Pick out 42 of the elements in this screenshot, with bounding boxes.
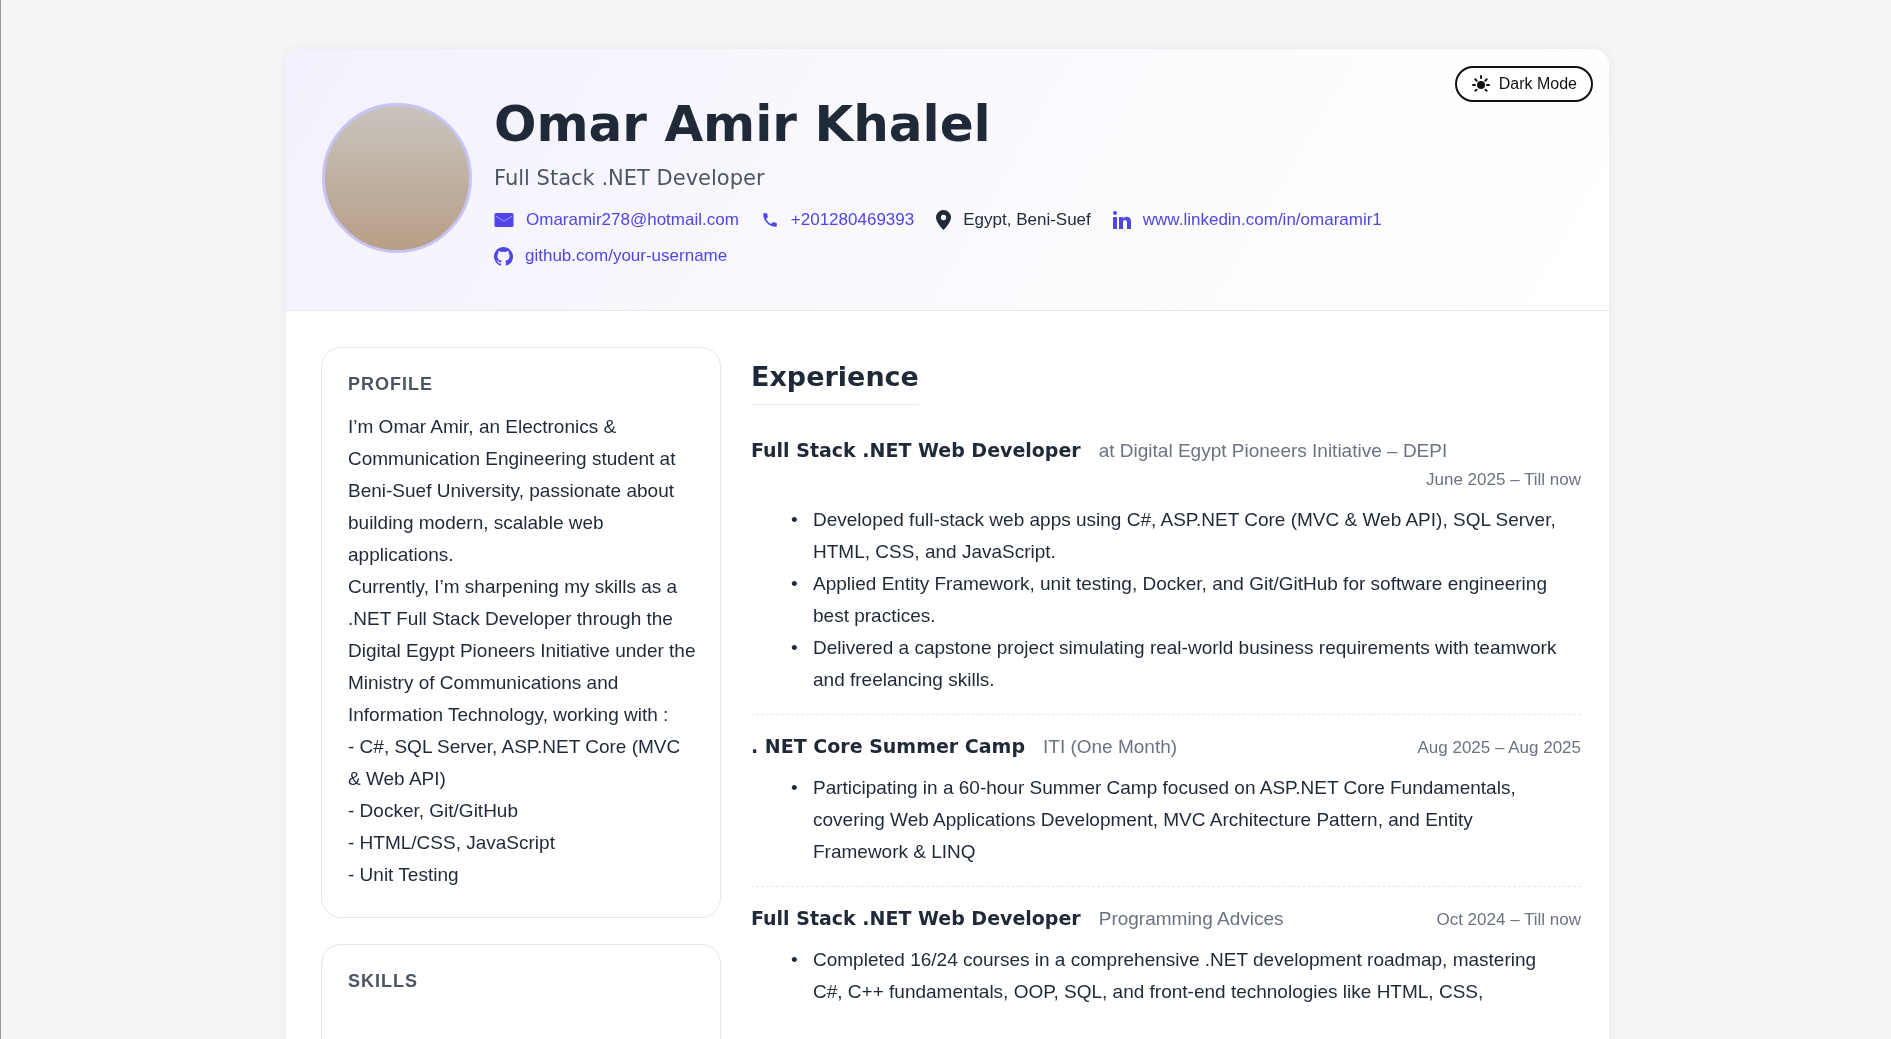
profile-text: - Unit Testing: [348, 863, 460, 887]
bullet-mark: •: [791, 636, 799, 660]
job-organization: ITI (One Month): [1043, 736, 1178, 758]
bullet-mark: •: [791, 572, 799, 596]
section-title: Experience: [751, 361, 919, 405]
job-dates: Aug 2025 – Aug 2025: [1417, 738, 1581, 758]
job-bullet: Completed 16/24 courses in a comprehensive .NET development roadmap, mastering C#, C++ fundamentals, OOP, SQL, and front-end technologies like HTML, CSS,: [813, 948, 1538, 1004]
profile-text: - HTML/CSS, JavaScript: [348, 831, 556, 855]
section-heading: SKILLS: [348, 971, 419, 992]
job-role: Full Stack .NET Web Developer: [751, 907, 1081, 929]
contact-text: Egypt, Beni-Suef: [963, 210, 1091, 230]
job-bullet: Participating in a 60-hour Summer Camp focused on ASP.NET Core Fundamentals, covering Web Applications Development, MVC Architecture Pattern, and Entity Framework & LINQ: [813, 776, 1517, 864]
job-bullet: Developed full-stack web apps using C#, ASP.NET Core (MVC & Web API), SQL Server, HTML, CSS, and JavaScript.: [813, 508, 1557, 564]
job-title: Full Stack .NET Developer: [494, 166, 766, 190]
linkedin-icon: [1112, 211, 1131, 229]
job-role: Full Stack .NET Web Developer: [751, 439, 1081, 461]
dark-mode-button[interactable]: Dark Mode: [1454, 66, 1593, 102]
job-organization: Programming Advices: [1098, 908, 1284, 930]
contact-link[interactable]: +201280469393: [790, 210, 915, 230]
bullet-mark: •: [791, 948, 799, 972]
profile-text: I’m Omar Amir, an Electronics & Communication Engineering student at Beni-Suef University, passionate about building modern, scalable web applications.: [348, 415, 677, 567]
contact-link[interactable]: github.com/your-username: [525, 246, 728, 266]
job-role: . NET Core Summer Camp: [751, 735, 1025, 757]
profile-text: - Docker, Git/GitHub: [348, 799, 519, 823]
sun-icon: [1470, 74, 1491, 94]
github-icon: [494, 246, 513, 266]
profile-text: Currently, I’m sharpening my skills as a .NET Full Stack Developer through the Digital Egypt Pioneers Initiative under the Ministry of Communications and Information Technology, working with :: [348, 575, 696, 727]
job-bullet: Applied Entity Framework, unit testing, Docker, and Git/GitHub for software engineering best practices.: [813, 572, 1548, 628]
job-organization: at Digital Egypt Pioneers Initiative – DEPI: [1098, 440, 1448, 462]
mail-icon: [494, 212, 514, 228]
phone-icon: [760, 211, 779, 229]
profile-text: - C#, SQL Server, ASP.NET Core (MVC & Web API): [348, 735, 682, 791]
person-name: Omar Amir Khalel: [494, 97, 992, 152]
bullet-mark: •: [791, 508, 799, 532]
section-heading: PROFILE: [348, 374, 434, 395]
job-bullet: Delivered a capstone project simulating real-world business requirements with teamwork and freelancing skills.: [813, 636, 1558, 692]
contact-link[interactable]: www.linkedin.com/in/omaramir1: [1142, 210, 1382, 230]
job-dates: Oct 2024 – Till now: [1436, 910, 1581, 930]
map-pin-icon: [936, 210, 952, 230]
job-dates: June 2025 – Till now: [1426, 470, 1581, 490]
contact-link[interactable]: Omaramir278@hotmail.com: [526, 210, 739, 230]
bullet-mark: •: [791, 776, 799, 800]
